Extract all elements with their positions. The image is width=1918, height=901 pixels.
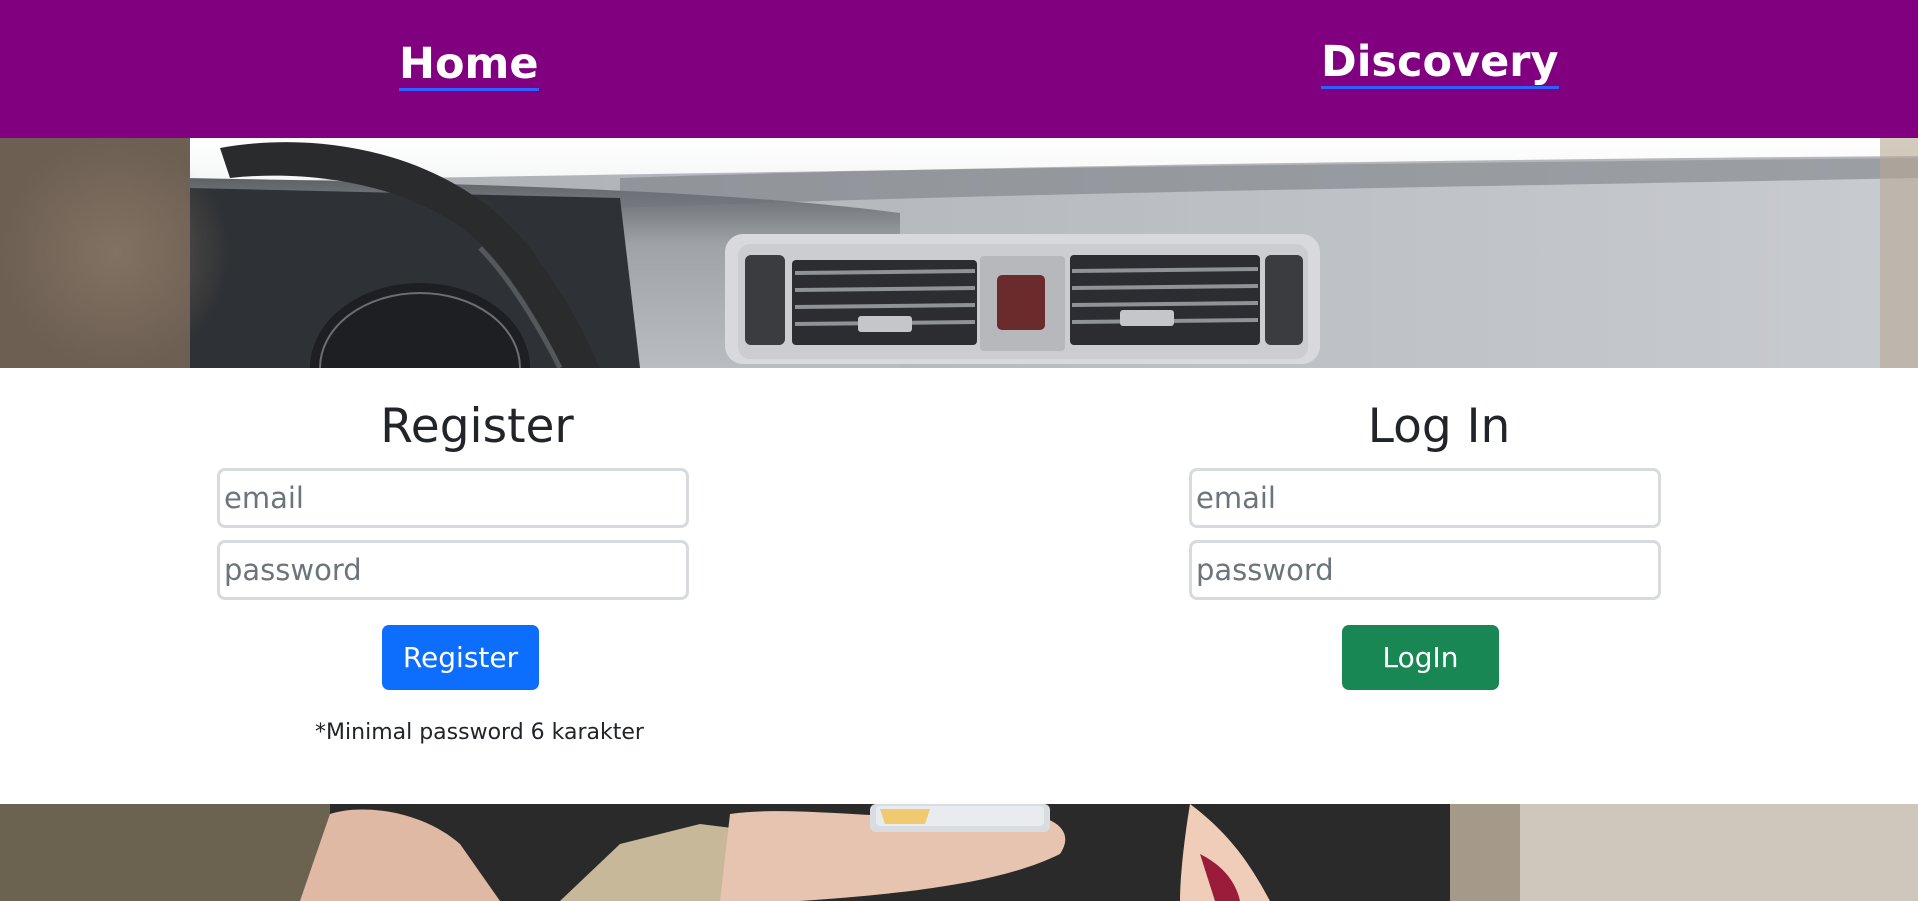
login-title: Log In <box>1367 399 1511 454</box>
login-email-input[interactable] <box>1189 468 1661 528</box>
login-password-input[interactable] <box>1189 540 1661 600</box>
login-button[interactable]: LogIn <box>1342 625 1499 690</box>
bottom-hands-image <box>0 804 1918 901</box>
register-button[interactable]: Register <box>382 625 539 690</box>
password-hint: *Minimal password 6 karakter <box>315 720 644 745</box>
register-password-input[interactable] <box>217 540 689 600</box>
nav-link-home[interactable]: Home <box>399 40 539 91</box>
register-email-input[interactable] <box>217 468 689 528</box>
register-title: Register <box>380 399 574 454</box>
nav-link-discovery[interactable]: Discovery <box>1321 38 1559 89</box>
auth-forms-section: Register Register *Minimal password 6 ka… <box>0 368 1918 804</box>
top-navbar: Home Discovery <box>0 0 1918 138</box>
hero-dashboard-image <box>0 138 1918 368</box>
